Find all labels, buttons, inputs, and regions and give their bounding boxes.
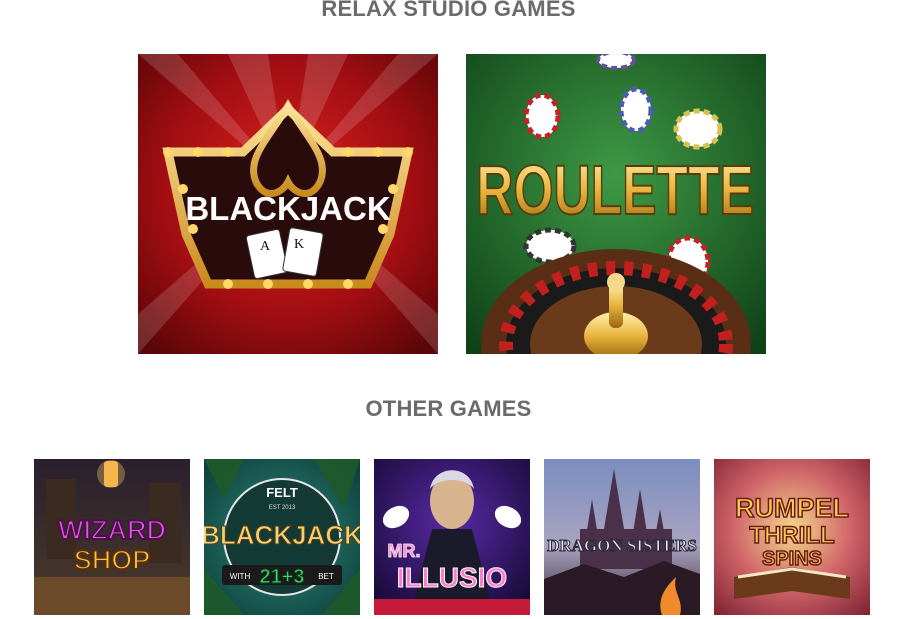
rumpel-title-line3: SPINS <box>762 548 822 570</box>
game-tile-roulette[interactable]: ROULETTE <box>466 54 766 354</box>
roulette-title: ROULETTE <box>476 151 754 230</box>
blackjack-title: BLACKJACK <box>185 190 391 227</box>
felt-bet-label: BET <box>318 572 334 581</box>
other-games-heading: OTHER GAMES <box>365 396 532 421</box>
game-tile-felt-blackjack[interactable]: FELT EST 2013 BLACKJACK WITH 21+3 BET <box>204 459 360 615</box>
dragon-sisters-artwork: DRAGON SISTERS <box>544 459 700 615</box>
game-tile-blackjack[interactable]: BLACKJACK A K <box>138 54 438 354</box>
felt-top-label: FELT <box>266 485 298 500</box>
relax-studio-games-heading: RELAX STUDIO GAMES <box>321 0 576 21</box>
wizard-shop-artwork: WIZARD SHOP <box>34 459 190 615</box>
felt-blackjack-title: BLACKJACK <box>204 520 360 550</box>
roulette-artwork: ROULETTE <box>466 54 766 354</box>
game-tile-rumpel-thrill-spins[interactable]: RUMPEL THRILL SPINS <box>714 459 870 615</box>
rumpel-thrill-spins-artwork: RUMPEL THRILL SPINS <box>714 459 870 615</box>
blackjack-artwork: BLACKJACK A K <box>138 54 438 354</box>
felt-side-bet-label: 21+3 <box>259 566 304 588</box>
game-tile-mr-illusio[interactable]: MR. ILLUSIO <box>374 459 530 615</box>
mr-illusio-artwork: MR. ILLUSIO <box>374 459 530 615</box>
card-king-label: K <box>294 237 304 252</box>
mr-illusio-title-line1: MR. <box>388 541 421 561</box>
rumpel-title-line1: RUMPEL <box>735 493 849 523</box>
felt-blackjack-artwork: FELT EST 2013 BLACKJACK WITH 21+3 BET <box>204 459 360 615</box>
mr-illusio-title-line2: ILLUSIO <box>397 562 507 593</box>
game-tile-dragon-sisters[interactable]: DRAGON SISTERS <box>544 459 700 615</box>
card-ace-label: A <box>260 239 271 254</box>
dragon-sisters-title: DRAGON SISTERS <box>547 536 697 555</box>
wizard-shop-title-line1: WIZARD <box>58 515 166 545</box>
rumpel-title-line2: THRILL <box>749 522 834 549</box>
felt-with-label: WITH <box>230 572 251 581</box>
game-tile-wizard-shop[interactable]: WIZARD SHOP <box>34 459 190 615</box>
felt-est-label: EST 2013 <box>269 505 296 511</box>
wizard-shop-title-line2: SHOP <box>74 545 151 575</box>
